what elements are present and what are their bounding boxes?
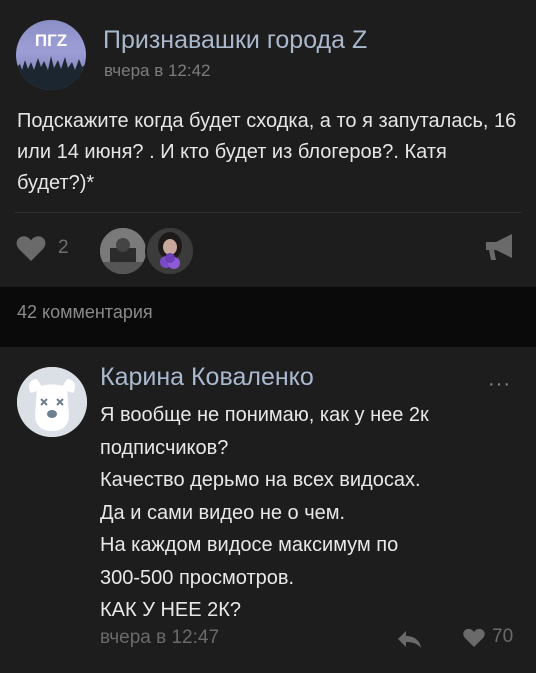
post-timestamp: вчера в 12:42 (104, 61, 211, 80)
megaphone-share-icon[interactable] (482, 232, 518, 262)
comment-card: Карина Коваленко ··· Я вообще не понимаю… (0, 347, 536, 673)
comment-line: подписчиков? (100, 436, 229, 459)
deleted-user-dog-icon[interactable] (17, 367, 87, 437)
comment-line: КАК У НЕЕ 2К? (100, 599, 242, 621)
group-avatar-text: ПГZ (35, 31, 67, 50)
comment-text: Я вообще не понимаю, как у нее 2к подпис… (100, 399, 520, 627)
comments-count-header[interactable]: 42 комментария (17, 302, 153, 323)
reply-arrow-icon[interactable] (396, 629, 422, 649)
heart-icon[interactable] (16, 235, 46, 262)
group-avatar[interactable]: ПГZ (16, 20, 86, 90)
comment-line: 300-500 просмотров. (100, 566, 295, 589)
heart-icon[interactable] (463, 628, 485, 648)
post-like-count: 2 (58, 237, 69, 258)
comment-line: Да и сами видео не о чем. (100, 501, 346, 524)
post-text: Подскажите когда будет сходка, а то я за… (17, 110, 517, 194)
comment-like-count: 70 (492, 626, 514, 647)
comment-author[interactable]: Карина Коваленко (100, 363, 314, 392)
comment-line: Я вообще не понимаю, как у нее 2к (100, 404, 429, 426)
divider (14, 212, 522, 213)
group-name[interactable]: Признавашки города Z (103, 26, 367, 55)
post-card: ПГZ Признавашки города Z вчера в 12:42 П… (0, 0, 536, 287)
comment-line: На каждом видосе максимум по (100, 534, 399, 556)
liker-avatar[interactable] (98, 226, 148, 276)
comment-timestamp: вчера в 12:47 (100, 627, 220, 648)
comment-line: Качество дерьмо на всех видосах. (100, 469, 421, 491)
more-dots-icon[interactable]: ··· (488, 373, 511, 396)
liker-avatar[interactable] (145, 226, 195, 276)
